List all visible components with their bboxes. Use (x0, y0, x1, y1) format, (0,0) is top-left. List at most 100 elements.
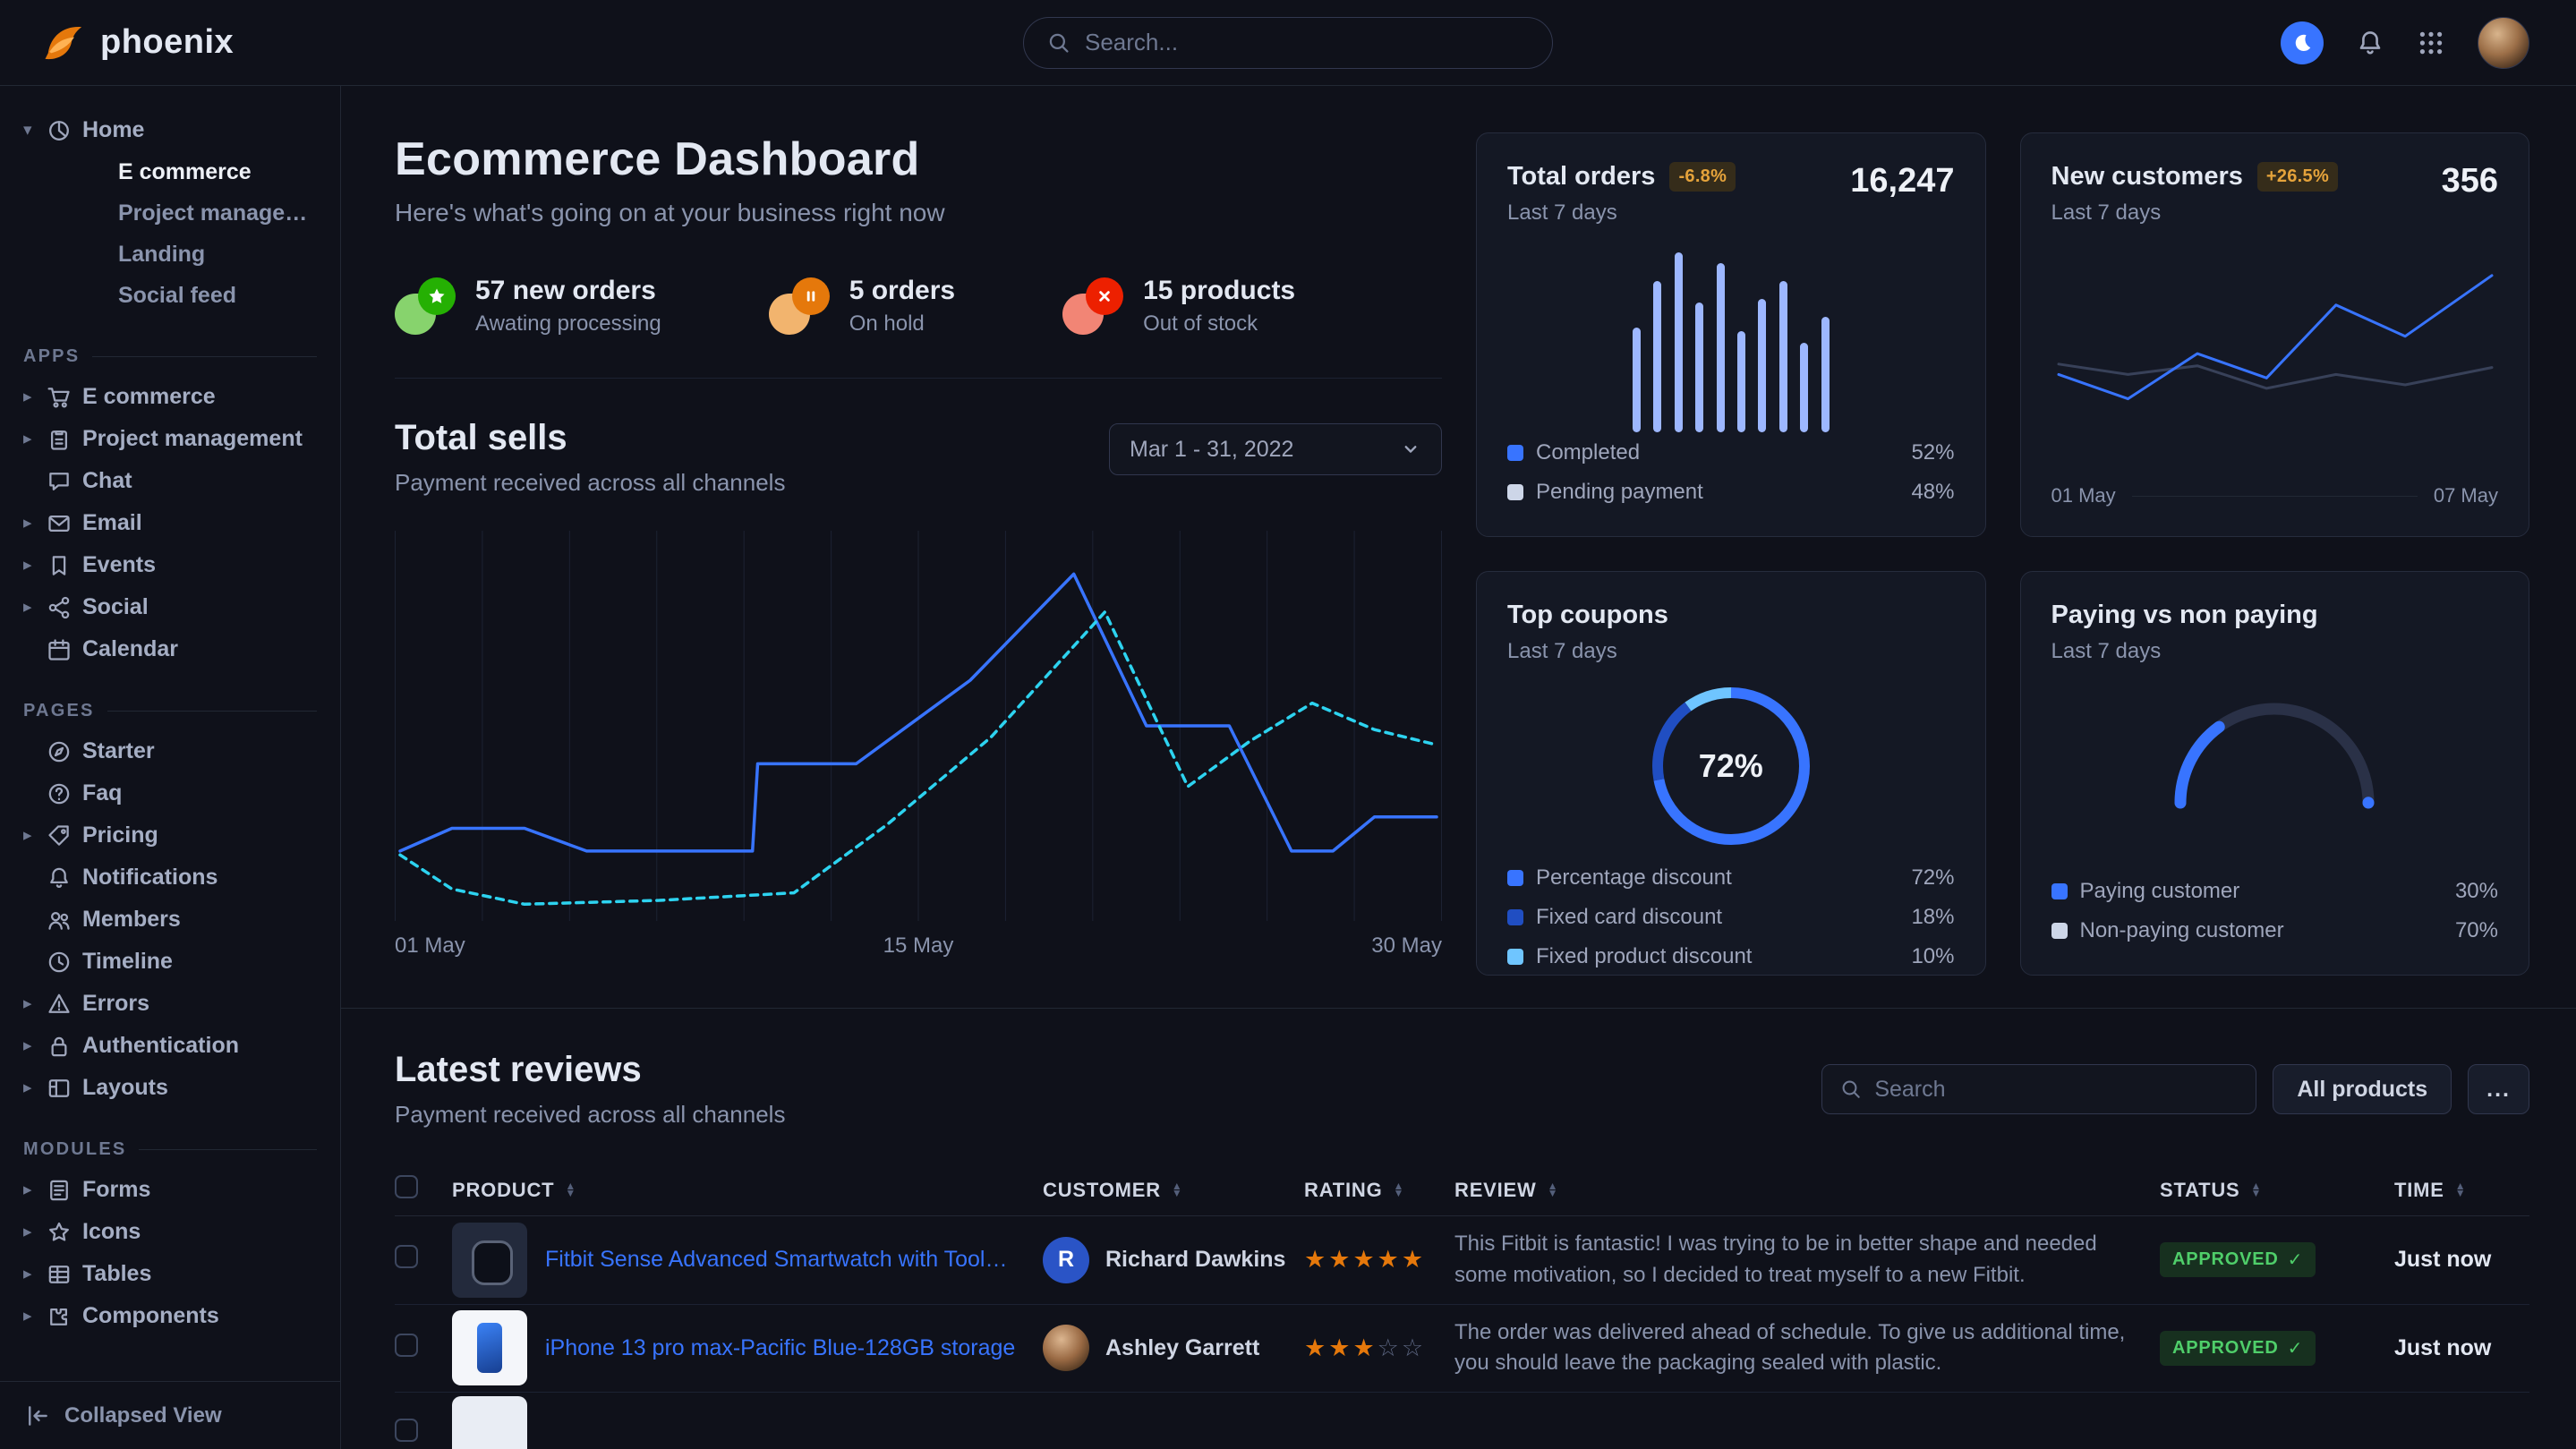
sidebar-item-label: Project management (82, 426, 303, 452)
row-checkbox[interactable] (395, 1419, 418, 1442)
sidebar-item-errors[interactable]: ▸Errors (0, 983, 340, 1025)
sidebar-item-label: Tables (82, 1261, 151, 1287)
nav-section-label: APPS (23, 346, 80, 367)
donut-center-label: 72% (1643, 678, 1819, 854)
legend-swatch (1507, 445, 1523, 461)
date-range-select[interactable]: Mar 1 - 31, 2022 (1109, 423, 1442, 475)
product-link[interactable]: Fitbit Sense Advanced Smartwatch with To… (545, 1247, 1016, 1273)
sidebar-item-project-management[interactable]: Project management (0, 192, 340, 234)
more-options-button[interactable]: ... (2468, 1064, 2529, 1114)
user-avatar[interactable] (2478, 17, 2529, 69)
sidebar-item-chat[interactable]: Chat (0, 460, 340, 502)
rating-stars: ★★★★★ (1304, 1246, 1454, 1274)
apps-grid-icon[interactable] (2417, 29, 2445, 57)
new-customers-badge: +26.5% (2257, 162, 2338, 192)
sidebar-item-layouts[interactable]: ▸Layouts (0, 1067, 340, 1109)
axis-line (2132, 496, 2418, 497)
reviews-search-input[interactable] (1874, 1077, 2238, 1103)
select-all-checkbox[interactable] (395, 1175, 418, 1198)
stat-item-awating-processing: 57 new ordersAwating processing (395, 276, 661, 337)
brand[interactable]: phoenix (39, 20, 234, 66)
total-sells-title: Total sells (395, 418, 785, 458)
topbar: phoenix (0, 0, 2576, 86)
col-header-label: STATUS (2160, 1179, 2240, 1202)
sidebar-item-starter[interactable]: Starter (0, 730, 340, 772)
topbar-search[interactable] (1023, 17, 1553, 69)
sidebar-item-email[interactable]: ▸Email (0, 502, 340, 544)
sort-icon: ▲▼ (1172, 1183, 1183, 1198)
sidebar-item-e-commerce[interactable]: ▸E commerce (0, 376, 340, 418)
main-content: Ecommerce Dashboard Here's what's going … (341, 86, 2576, 1449)
legend-label: Pending payment (1536, 480, 1703, 505)
sidebar-item-label: Layouts (82, 1075, 168, 1101)
product-image (452, 1310, 527, 1385)
new-customers-x-axis: 01 May 07 May (2051, 484, 2499, 507)
sidebar-item-forms[interactable]: ▸Forms (0, 1169, 340, 1211)
all-products-button[interactable]: All products (2273, 1064, 2452, 1114)
chevron-down-icon (1400, 439, 1421, 460)
sidebar-item-e-commerce[interactable]: E commerce (0, 151, 340, 192)
reviews-search[interactable] (1821, 1064, 2256, 1114)
collapsed-view-button[interactable]: Collapsed View (0, 1381, 340, 1449)
total-orders-legend: Completed52%Pending payment48% (1507, 438, 1955, 507)
legend-label: Fixed product discount (1536, 944, 1752, 969)
theme-toggle-button[interactable] (2281, 21, 2324, 64)
total-orders-bar-chart (1633, 252, 1830, 432)
legend-label: Percentage discount (1536, 865, 1732, 891)
sidebar-item-social-feed[interactable]: Social feed (0, 275, 340, 316)
sidebar-item-project-management[interactable]: ▸Project management (0, 418, 340, 460)
legend-label: Fixed card discount (1536, 905, 1722, 930)
customer-name: Ashley Garrett (1105, 1335, 1259, 1361)
sidebar-item-tables[interactable]: ▸Tables (0, 1253, 340, 1295)
review-text: This Fitbit is fantastic! I was trying t… (1454, 1216, 2160, 1304)
col-header-time[interactable]: TIME▲▼ (2394, 1179, 2529, 1202)
row-checkbox[interactable] (395, 1245, 418, 1268)
stats-divider (395, 378, 1442, 379)
sidebar-item-label: Forms (82, 1177, 150, 1203)
sidebar-item-social[interactable]: ▸Social (0, 586, 340, 628)
cart-icon (47, 385, 82, 410)
col-header-status[interactable]: STATUS▲▼ (2160, 1179, 2394, 1202)
app-root: phoenix ▾HomeE commerceProject managemen… (0, 0, 2576, 1449)
sidebar-item-calendar[interactable]: Calendar (0, 628, 340, 670)
row-checkbox[interactable] (395, 1334, 418, 1357)
col-header-product[interactable]: PRODUCT▲▼ (452, 1179, 1043, 1202)
alert-icon (47, 992, 82, 1017)
sidebar-item-home[interactable]: ▾Home (0, 109, 340, 151)
puzzle-icon (47, 1304, 82, 1329)
sidebar-item-components[interactable]: ▸Components (0, 1295, 340, 1337)
sidebar-item-faq[interactable]: Faq (0, 772, 340, 814)
sort-icon: ▲▼ (565, 1183, 576, 1198)
caret-icon: ▸ (23, 597, 47, 618)
sidebar-item-authentication[interactable]: ▸Authentication (0, 1025, 340, 1067)
sidebar-item-pricing[interactable]: ▸Pricing (0, 814, 340, 857)
legend-item-paying-customer: Paying customer30% (2051, 876, 2499, 907)
sidebar-item-members[interactable]: Members (0, 899, 340, 941)
search-input[interactable] (1085, 29, 1529, 56)
new-customers-title: New customers (2051, 162, 2243, 192)
caret-icon: ▸ (23, 1306, 47, 1326)
legend-item-percentage-discount: Percentage discount72% (1507, 863, 1955, 893)
top-coupons-donut-chart: 72% (1643, 678, 1819, 854)
sidebar-item-label: Pricing (82, 823, 158, 848)
search-icon (1047, 31, 1070, 55)
sidebar-item-notifications[interactable]: Notifications (0, 857, 340, 899)
product-link[interactable]: iPhone 13 pro max-Pacific Blue-128GB sto… (545, 1335, 1015, 1361)
top-coupons-legend: Percentage discount72% Fixed card discoun… (1507, 863, 1955, 972)
col-header-rating[interactable]: RATING▲▼ (1304, 1179, 1454, 1202)
notifications-bell-icon[interactable] (2356, 29, 2384, 57)
total-sells-subtitle: Payment received across all channels (395, 469, 785, 497)
search-icon (1840, 1078, 1862, 1100)
sidebar-item-timeline[interactable]: Timeline (0, 941, 340, 983)
legend-value: 10% (1911, 944, 1954, 969)
reviews-table-body: Fitbit Sense Advanced Smartwatch with To… (395, 1216, 2529, 1449)
col-header-customer[interactable]: CUSTOMER▲▼ (1043, 1179, 1304, 1202)
sidebar-item-events[interactable]: ▸Events (0, 544, 340, 586)
sidebar-item-landing[interactable]: Landing (0, 234, 340, 275)
col-header-review[interactable]: REVIEW▲▼ (1454, 1179, 2160, 1202)
nav-section-label: MODULES (23, 1139, 126, 1160)
sidebar-item-icons[interactable]: ▸Icons (0, 1211, 340, 1253)
sidebar-item-label: Starter (82, 738, 155, 764)
legend-item-completed: Completed52% (1507, 438, 1955, 468)
sidebar-item-label: Members (82, 907, 181, 933)
